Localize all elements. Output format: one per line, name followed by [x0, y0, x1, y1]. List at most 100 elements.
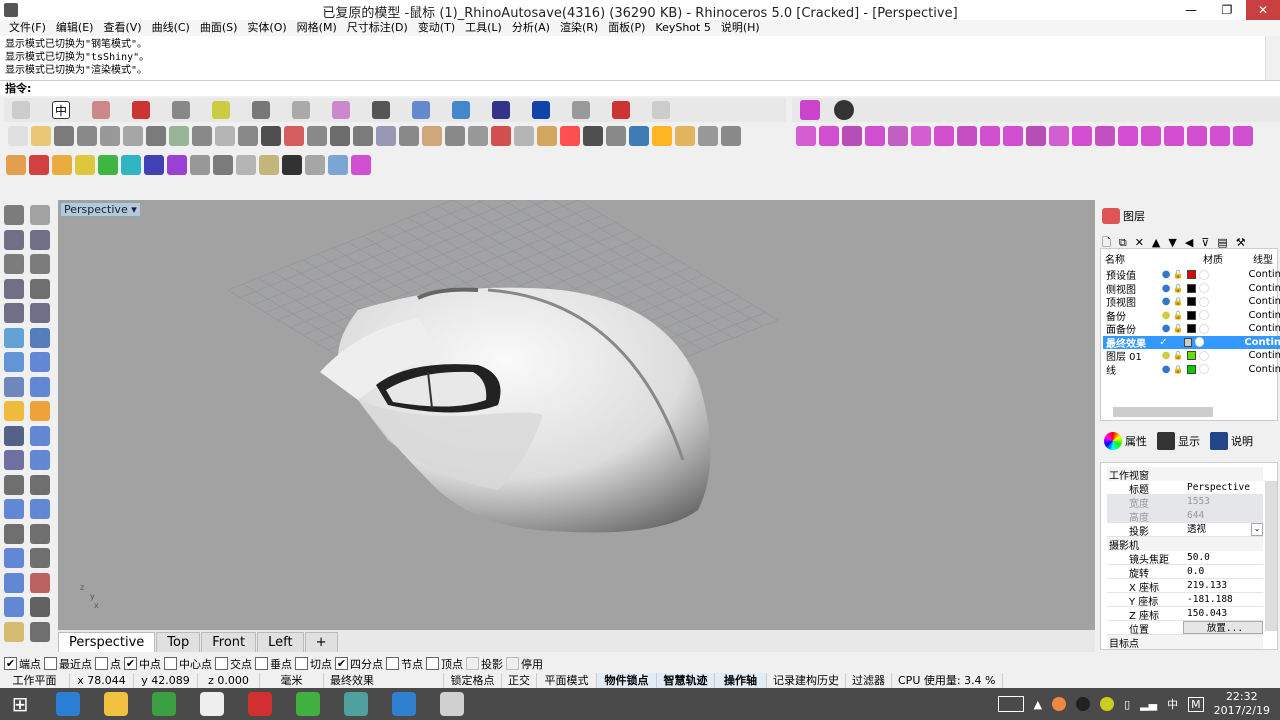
property-value[interactable]: 0.0	[1183, 565, 1263, 578]
toolbar-button-icon[interactable]	[6, 155, 26, 175]
toolbar-button-icon[interactable]	[31, 126, 51, 146]
left-tool-icon[interactable]	[4, 205, 24, 225]
layer-row[interactable]: 侧视图 ● 🔓 Contin	[1103, 282, 1280, 296]
toolbar-button-icon[interactable]	[376, 126, 396, 146]
menu-item[interactable]: 分析(A)	[507, 20, 555, 36]
layers-tab[interactable]: 图层	[1102, 208, 1145, 224]
left-tool-icon[interactable]	[4, 401, 24, 421]
layer-row[interactable]: 顶视图 ● 🔒 Contin	[1103, 295, 1280, 309]
osnap-checkbox[interactable]: 交点	[215, 656, 252, 672]
left-tool-icon[interactable]	[30, 229, 50, 250]
toolbar-button-icon[interactable]	[52, 155, 72, 175]
toolbar-button-icon[interactable]	[629, 126, 649, 146]
toolbar-button-icon[interactable]	[865, 126, 885, 146]
place-button[interactable]: 放置...	[1183, 621, 1263, 634]
taskbar-app[interactable]	[432, 689, 472, 719]
toolbar-button-icon[interactable]	[537, 126, 557, 146]
material-icon[interactable]	[1198, 310, 1209, 321]
toolbar-button-icon[interactable]	[652, 126, 672, 146]
left-tool-icon[interactable]	[30, 352, 50, 372]
toolbar-button-icon[interactable]	[330, 126, 350, 146]
layer-color-swatch[interactable]	[1187, 310, 1196, 320]
checkbox-box[interactable]	[295, 657, 308, 670]
layer-row[interactable]: 预设值 ● 🔓 Contin	[1103, 268, 1280, 282]
checkbox-box[interactable]: ✔	[4, 657, 17, 670]
toolbar-tab-icon[interactable]	[532, 101, 550, 119]
toolbar-button-icon[interactable]	[445, 126, 465, 146]
toolbar-button-icon[interactable]	[1026, 126, 1046, 146]
material-icon[interactable]	[1195, 337, 1205, 348]
left-tool-icon[interactable]	[30, 401, 50, 421]
toolbar-tab-icon[interactable]	[652, 101, 670, 119]
viewport-tab[interactable]: Perspective	[58, 632, 156, 652]
status-planar[interactable]: 平面模式	[537, 673, 597, 689]
checkbox-box[interactable]	[215, 657, 228, 670]
taskbar-app[interactable]	[240, 689, 280, 719]
material-icon[interactable]	[1198, 296, 1209, 307]
viewport-tab[interactable]: Left	[257, 632, 304, 652]
unlock-icon[interactable]: 🔓	[1173, 351, 1184, 360]
keyboard-icon[interactable]	[997, 696, 1024, 712]
layer-color-swatch[interactable]	[1187, 364, 1196, 374]
toolbar-button-icon[interactable]	[1164, 126, 1184, 146]
toolbar-tab-icon[interactable]	[372, 101, 390, 119]
toolbar-tab-icon[interactable]	[412, 101, 430, 119]
toolbar-button-icon[interactable]	[190, 155, 210, 175]
minimize-button[interactable]: —	[1174, 0, 1208, 20]
toolbar-button-icon[interactable]	[721, 126, 741, 146]
menu-item[interactable]: 查看(V)	[98, 20, 146, 36]
light-bulb-icon[interactable]: ●	[1162, 350, 1173, 361]
qq-icon[interactable]	[1076, 697, 1091, 711]
toolbar-tab-icon[interactable]	[292, 101, 310, 119]
osnap-checkbox[interactable]: ✔ 端点	[4, 656, 41, 672]
perspective-viewport[interactable]	[58, 200, 1095, 630]
osnap-checkbox[interactable]: ✔ 中点	[124, 656, 161, 672]
toolbar-button-icon[interactable]	[305, 155, 325, 175]
left-tool-icon[interactable]	[30, 327, 50, 348]
toolbar-button-icon[interactable]	[146, 126, 166, 146]
property-section[interactable]: 工作视窗	[1107, 467, 1263, 482]
status-grid-snap[interactable]: 锁定格点	[444, 673, 502, 689]
toolbar-button-icon[interactable]	[698, 126, 718, 146]
clock[interactable]: 22:32 2017/2/19	[1214, 690, 1270, 718]
toolbar-button-icon[interactable]	[75, 155, 95, 175]
left-tool-icon[interactable]	[30, 450, 50, 470]
menu-item[interactable]: 工具(L)	[460, 20, 507, 36]
maximize-button[interactable]: ❐	[1210, 0, 1244, 20]
viewport-tab[interactable]: +	[304, 632, 338, 652]
toolbar-tab-icon[interactable]	[800, 100, 820, 120]
left-tool-icon[interactable]	[30, 278, 50, 299]
property-section[interactable]: 摄影机	[1107, 537, 1263, 552]
lock-icon[interactable]: 🔒	[1173, 365, 1184, 374]
menu-item[interactable]: 尺寸标注(D)	[342, 20, 413, 36]
menu-item[interactable]: 文件(F)	[4, 20, 51, 36]
property-value[interactable]: 50.0	[1183, 551, 1263, 564]
toolbar-button-icon[interactable]	[491, 126, 511, 146]
osnap-checkbox[interactable]: 最近点	[44, 656, 92, 672]
left-tool-icon[interactable]	[30, 621, 50, 642]
taskbar-app[interactable]	[288, 689, 328, 719]
toolbar-button-icon[interactable]	[1210, 126, 1230, 146]
menu-item[interactable]: 面板(P)	[603, 20, 650, 36]
layer-row[interactable]: 最终效果 ✓ Contin	[1103, 335, 1280, 350]
security-icon[interactable]	[1100, 697, 1115, 711]
status-history[interactable]: 记录建构历史	[767, 673, 846, 689]
light-bulb-icon[interactable]: ●	[1162, 296, 1173, 307]
toolbar-button-icon[interactable]	[399, 126, 419, 146]
menu-item[interactable]: 渲染(R)	[555, 20, 603, 36]
toolbar-button-icon[interactable]	[100, 126, 120, 146]
toolbar-button-icon[interactable]	[1072, 126, 1092, 146]
properties-tab[interactable]: 属性	[1104, 432, 1147, 450]
left-tool-icon[interactable]	[4, 621, 24, 642]
toolbar-button-icon[interactable]	[307, 126, 327, 146]
property-value[interactable]: -181.188	[1183, 593, 1263, 606]
osnap-checkbox[interactable]: 点	[95, 656, 121, 672]
menu-item[interactable]: 网格(M)	[292, 20, 342, 36]
material-icon[interactable]	[1198, 364, 1209, 375]
left-tool-icon[interactable]	[30, 523, 50, 544]
menu-item[interactable]: 说明(H)	[716, 20, 765, 36]
checkbox-box[interactable]: ✔	[124, 657, 137, 670]
toolbar-button-icon[interactable]	[842, 126, 862, 146]
checkbox-box[interactable]: ✔	[335, 657, 348, 670]
history-scrollbar[interactable]	[1265, 36, 1280, 80]
